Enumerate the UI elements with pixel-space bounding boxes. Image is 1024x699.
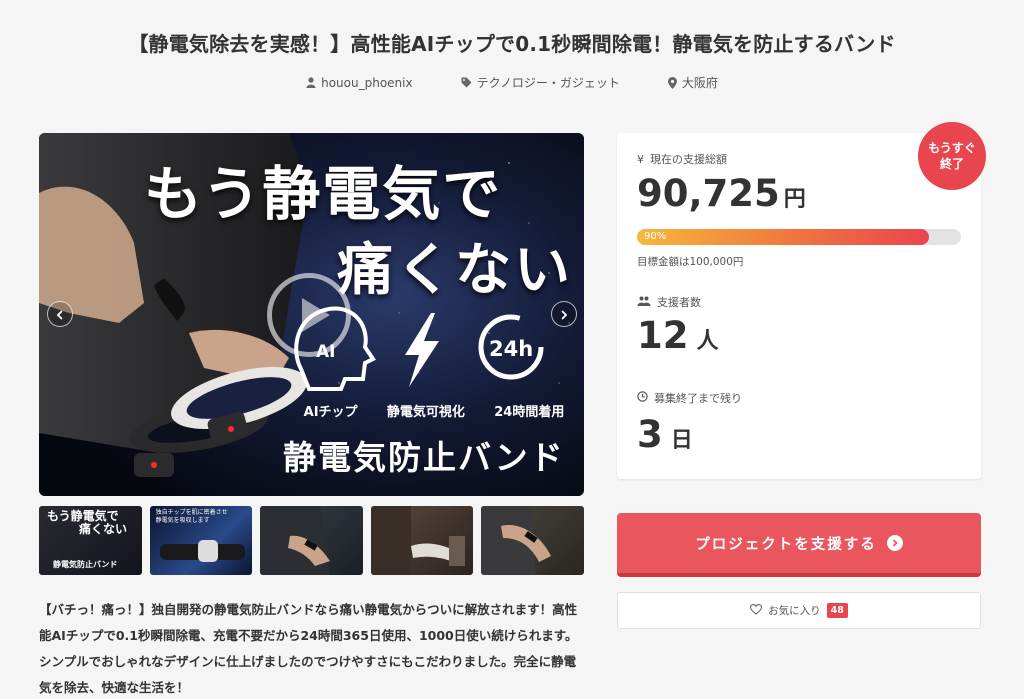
project-header: 【静電気除去を実感！】高性能AIチップで0.1秒瞬間除電！静電気を防止するバンド… [0, 0, 1024, 112]
svg-text:24h: 24h [489, 337, 533, 361]
favorite-label: お気に入り [768, 605, 821, 617]
remaining-label: 募集終了まで残り [654, 392, 742, 405]
thumbnail-1-line2: 痛くない [79, 522, 128, 536]
prev-slide-button[interactable] [47, 301, 73, 327]
remaining-days: 3 [637, 413, 663, 456]
thumbnail-strip: もう静電気で 痛くない 静電気防止バンド 独自チップを肌に密着させ 静電気を吸収… [39, 506, 584, 575]
feature-ai: AIチップ [303, 405, 358, 420]
video-play-button[interactable] [267, 273, 351, 357]
feature-caption: AIチップ 静電気可視化 24時間着用 [289, 401, 579, 420]
location-name: 大阪府 [681, 76, 718, 90]
thumbnail-1-bottom: 静電気防止バンド [53, 560, 118, 569]
feature-visualize: 静電気可視化 [386, 405, 465, 420]
remaining-label-row: 募集終了まで残り [637, 390, 742, 406]
main-image-slider[interactable]: AI 24h もう静電気で 痛くない AIチップ 静電気可視化 24時間着用 静… [39, 133, 584, 496]
supporters-label: 支援者数 [657, 296, 701, 309]
supporters-count: 12 [637, 314, 689, 357]
total-amount: 90,725 [637, 172, 780, 215]
chevron-right-icon [560, 305, 568, 324]
author-link[interactable]: houou_phoenix [306, 74, 413, 91]
total-amount-row: 90,725 円 [637, 172, 806, 215]
category-name: テクノロジー・ガジェット [476, 76, 620, 90]
total-label: 現在の支援総額 [650, 153, 727, 166]
thumbnail-3[interactable] [260, 506, 363, 575]
category-link[interactable]: テクノロジー・ガジェット [461, 74, 620, 91]
favorite-button[interactable]: お気に入り 48 [617, 592, 981, 629]
thumbnail-2-line2: 静電気を吸収します [155, 517, 210, 524]
favorite-count-badge: 48 [826, 603, 848, 618]
map-pin-icon [667, 76, 677, 89]
thumbnail-1[interactable]: もう静電気で 痛くない 静電気防止バンド [39, 506, 142, 575]
feature-24h: 24時間着用 [494, 405, 565, 420]
hero-headline-1: もう静電気で [144, 160, 503, 228]
project-meta: houou_phoenix テクノロジー・ガジェット 大阪府 [0, 74, 1024, 91]
project-summary: 【バチっ！痛っ！】独自開発の静電気防止バンドなら痛い静電気からついに解放されます… [39, 602, 578, 695]
supporters-label-row: 支援者数 [637, 294, 701, 310]
project-title: 【静電気除去を実感！】高性能AIチップで0.1秒瞬間除電！静電気を防止するバンド [128, 32, 896, 56]
author-name: houou_phoenix [321, 75, 413, 90]
users-icon [637, 296, 651, 309]
chevron-left-icon [56, 305, 64, 324]
total-amount-unit: 円 [783, 187, 806, 212]
remaining-unit: 日 [670, 428, 693, 453]
progress-label: 90% [644, 231, 667, 242]
ending-soon-badge: もうすぐ 終了 [918, 122, 986, 190]
total-label-row: ¥ 現在の支援総額 [637, 151, 727, 167]
thumbnail-2-line1: 独自チップを肌に密着させ [155, 509, 228, 516]
hero-headline-2: 痛くない [337, 238, 573, 303]
thumbnail-2[interactable]: 独自チップを肌に密着させ 静電気を吸収します [149, 506, 253, 575]
support-button-label: プロジェクトを支援する [695, 536, 877, 553]
support-project-button[interactable]: プロジェクトを支援する [617, 513, 981, 577]
user-icon [306, 77, 316, 88]
goal-amount: 目標金額は100,000円 [637, 256, 744, 268]
heart-icon [750, 603, 763, 618]
progress-bar: 90% [637, 229, 961, 245]
thumbnail-5[interactable] [481, 506, 584, 575]
progress-fill: 90% [637, 229, 929, 245]
clock-icon [637, 391, 648, 405]
location-link[interactable]: 大阪府 [667, 74, 718, 91]
yen-icon: ¥ [637, 152, 644, 166]
supporters-unit: 人 [696, 329, 719, 354]
remaining-row: 3日 [637, 413, 693, 456]
supporters-row: 12 人 [637, 314, 719, 357]
next-slide-button[interactable] [551, 301, 577, 327]
hero-product-name: 静電気防止バンド [283, 438, 565, 477]
thumbnail-4[interactable] [370, 506, 474, 575]
tag-icon [461, 77, 472, 88]
arrow-right-circle-icon [886, 535, 903, 551]
